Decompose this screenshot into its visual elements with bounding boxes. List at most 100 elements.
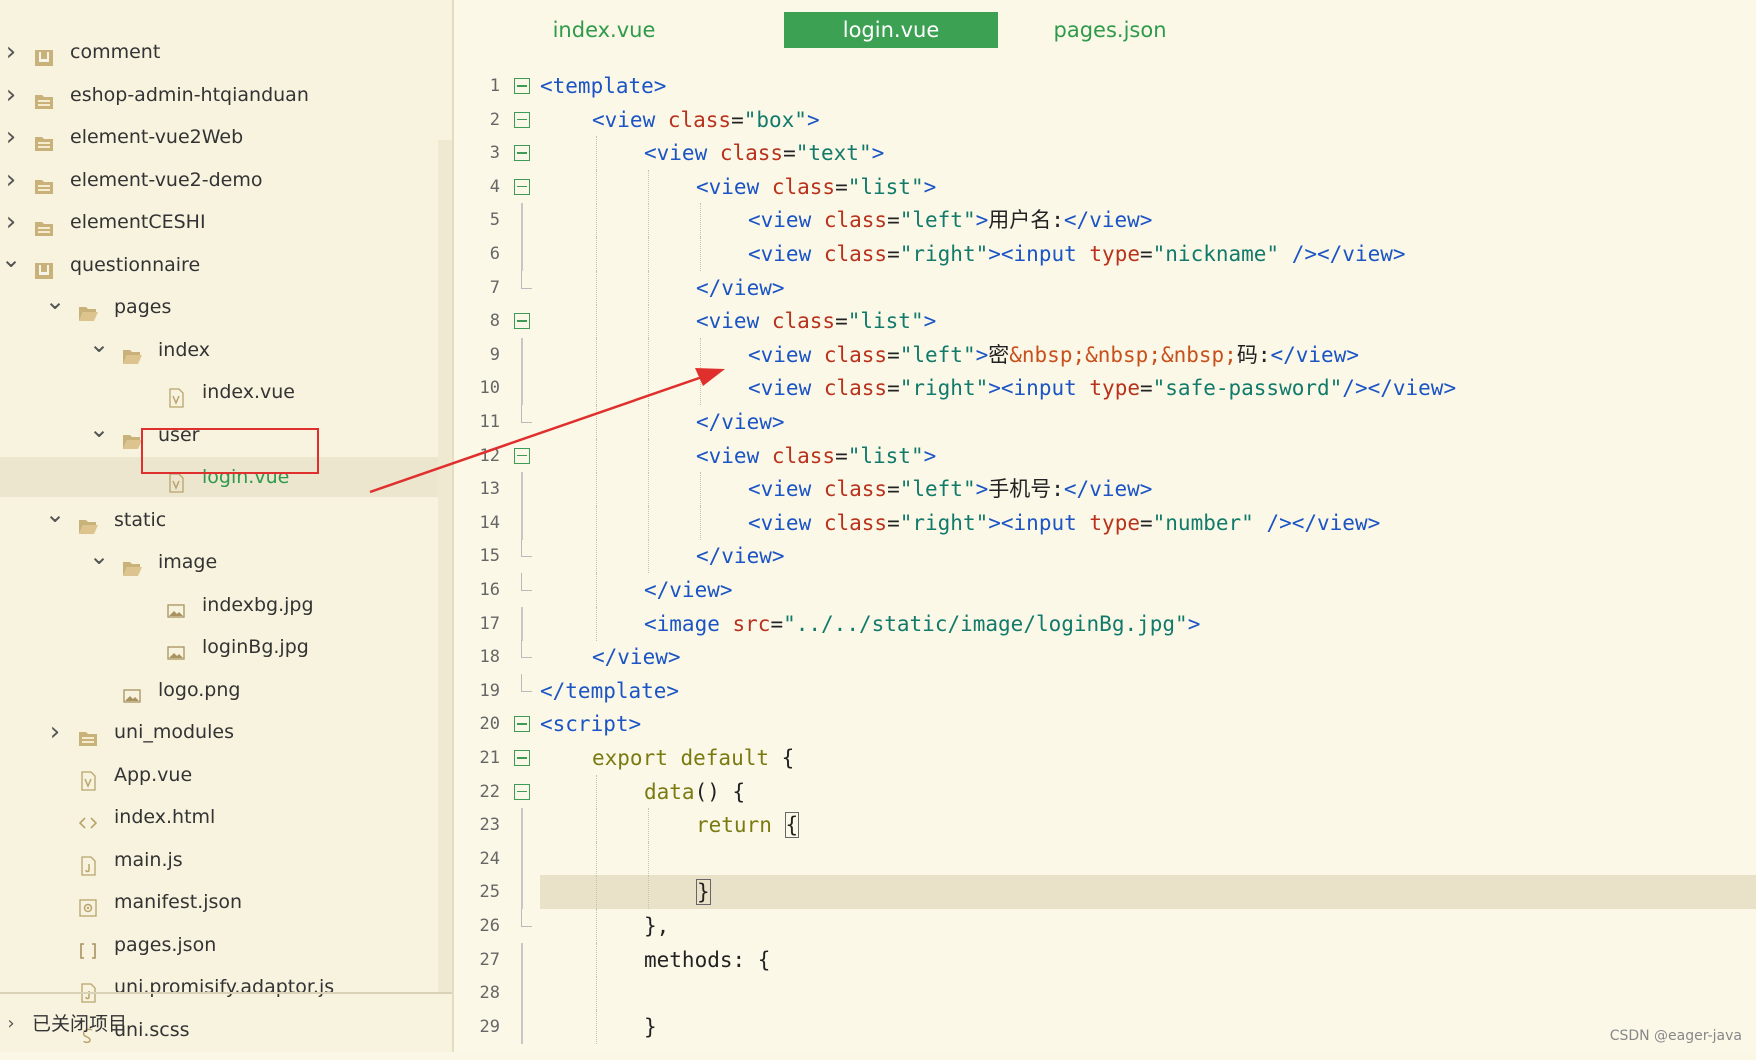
tree-item[interactable]: loginBg.jpg — [0, 627, 438, 667]
tree-item[interactable]: index.vue — [0, 372, 438, 412]
code-line[interactable]: 8 <view class="list"> — [454, 304, 1756, 339]
tree-item[interactable]: › eshop-admin-htqianduan — [0, 75, 438, 115]
tree-item[interactable]: ⌄ questionnaire — [0, 245, 438, 285]
code-line[interactable]: 7 </view> — [454, 270, 1756, 305]
indent-guide — [596, 1009, 597, 1044]
chevron-down-icon[interactable]: ⌄ — [44, 287, 66, 327]
fold-toggle-icon[interactable] — [514, 111, 530, 128]
line-number: 20 — [479, 714, 500, 735]
code-line[interactable]: 18 </view> — [454, 640, 1756, 674]
chevron-right-icon[interactable]: › — [0, 160, 22, 200]
chevron-down-icon[interactable]: ⌄ — [88, 542, 110, 582]
fold-toggle-icon[interactable] — [514, 447, 530, 464]
chevron-down-icon[interactable]: ⌄ — [88, 415, 110, 455]
chevron-right-icon[interactable]: › — [0, 1004, 22, 1044]
tree-item[interactable]: ⌄ index — [0, 330, 438, 370]
code-line[interactable]: 9 <view class="left">密&nbsp;&nbsp;&nbsp;码… — [454, 337, 1756, 372]
code-token: <view — [696, 174, 772, 199]
code-line[interactable]: 29} — [454, 1009, 1756, 1044]
chevron-right-icon[interactable]: › — [0, 75, 22, 115]
indent-guide — [648, 438, 649, 473]
code-token: = — [1139, 242, 1153, 266]
tree-item[interactable]: ⌄ static — [0, 500, 438, 540]
code-line[interactable]: 26}, — [454, 909, 1756, 943]
tree-item-label: loginBg.jpg — [202, 636, 309, 658]
code-line[interactable]: 11 </view> — [454, 405, 1756, 439]
tree-item[interactable]: manifest.json — [0, 882, 438, 922]
tree-item[interactable]: logo.png — [0, 670, 438, 710]
tree-item[interactable]: › comment — [0, 32, 438, 72]
tree-item[interactable]: › element-vue2Web — [0, 117, 438, 157]
fold-bar — [521, 841, 523, 876]
fold-toggle-icon[interactable] — [514, 716, 530, 733]
code-line[interactable]: 13 <view class="left">手机号:</view> — [454, 472, 1756, 507]
tree-item[interactable]: index.html — [0, 797, 438, 837]
code-line[interactable]: 27 methods: { — [454, 942, 1756, 977]
code-line[interactable]: 4 <view class="list"> — [454, 169, 1756, 204]
tree-item[interactable]: App.vue — [0, 755, 438, 795]
tree-item[interactable]: ⌄ pages — [0, 287, 438, 327]
code-line[interactable]: 1 <template> — [454, 69, 1756, 103]
code-line[interactable]: 2 <view class="box"> — [454, 103, 1756, 137]
code-token: type — [1089, 242, 1140, 266]
chevron-right-icon[interactable]: › — [44, 712, 66, 752]
tree-item[interactable]: uni.promisify.adaptor.js — [0, 967, 438, 1007]
fold-end-marker — [521, 270, 532, 289]
code-line[interactable]: 20 <script> — [454, 707, 1756, 741]
chevron-down-icon[interactable]: ⌄ — [0, 245, 22, 285]
code-editor[interactable]: index.vue login.vue pages.json 1 <template>… — [454, 0, 1756, 1052]
closed-projects-row[interactable]: › 已关闭项目 — [0, 1004, 438, 1044]
fold-toggle-icon[interactable] — [514, 783, 530, 800]
code-line[interactable]: 15 </view> — [454, 539, 1756, 574]
fold-toggle-icon[interactable] — [514, 145, 530, 162]
editor-tab[interactable]: login.vue — [784, 12, 998, 48]
tree-item[interactable]: ⌄ image — [0, 542, 438, 582]
sidebar-scrollbar[interactable] — [438, 140, 452, 992]
code-line[interactable]: 16 </view> — [454, 573, 1756, 607]
chevron-down-icon[interactable]: ⌄ — [88, 330, 110, 370]
code-line[interactable]: 5 <view class="left">用户名:</view> — [454, 203, 1756, 238]
code-line[interactable]: 28 — [454, 976, 1756, 1011]
code-line[interactable]: 6 <view class="right"><input type="nickna… — [454, 237, 1756, 271]
code-line[interactable]: 25} — [454, 875, 1756, 910]
code-text: export default { — [592, 741, 794, 775]
code-line[interactable]: 12 <view class="list"> — [454, 438, 1756, 473]
indent-guide — [596, 203, 597, 238]
indent-guide — [648, 405, 649, 439]
indent-guide — [648, 169, 649, 204]
code-token: "text" — [795, 141, 872, 166]
indent-guide — [648, 472, 649, 507]
chevron-down-icon[interactable]: ⌄ — [44, 500, 66, 540]
code-token: class — [771, 443, 836, 468]
tree-item[interactable]: › uni_modules — [0, 712, 438, 752]
fold-toggle-icon[interactable] — [514, 78, 530, 94]
fold-toggle-icon[interactable] — [514, 750, 530, 766]
code-line[interactable]: 24 — [454, 841, 1756, 876]
editor-tab[interactable]: index.vue — [519, 12, 689, 48]
code-line[interactable]: 3 <view class="text"> — [454, 136, 1756, 171]
chevron-right-icon[interactable]: › — [0, 32, 22, 72]
fold-toggle-icon[interactable] — [514, 178, 530, 195]
code-token: 码: — [1236, 342, 1271, 367]
code-line[interactable]: 21 export default { — [454, 741, 1756, 775]
code-text: <view class="right"><input type="nicknam… — [748, 237, 1406, 271]
chevron-right-icon[interactable]: › — [0, 202, 22, 242]
code-line[interactable]: 22 data() { — [454, 774, 1756, 809]
code-line[interactable]: 17 <image src="../../static/image/loginBg… — [454, 606, 1756, 641]
tree-item[interactable]: › elementCESHI — [0, 202, 438, 242]
tree-item[interactable]: › element-vue2-demo — [0, 160, 438, 200]
chevron-right-icon[interactable]: › — [0, 117, 22, 157]
tree-item[interactable]: indexbg.jpg — [0, 585, 438, 625]
code-line[interactable]: 14 <view class="right"><input type="numbe… — [454, 505, 1756, 540]
indent-guide — [596, 875, 597, 910]
code-token: class — [823, 510, 888, 535]
editor-tab[interactable]: pages.json — [1010, 12, 1210, 48]
indent-guide — [596, 808, 597, 843]
indent-guide — [596, 505, 597, 540]
code-line[interactable]: 19 </template> — [454, 673, 1756, 708]
code-line[interactable]: 23 return { — [454, 808, 1756, 843]
tree-item[interactable]: main.js — [0, 840, 438, 880]
code-line[interactable]: 10 <view class="right"><input type="safe-… — [454, 371, 1756, 406]
fold-toggle-icon[interactable] — [514, 313, 530, 330]
tree-item[interactable]: pages.json — [0, 925, 438, 965]
